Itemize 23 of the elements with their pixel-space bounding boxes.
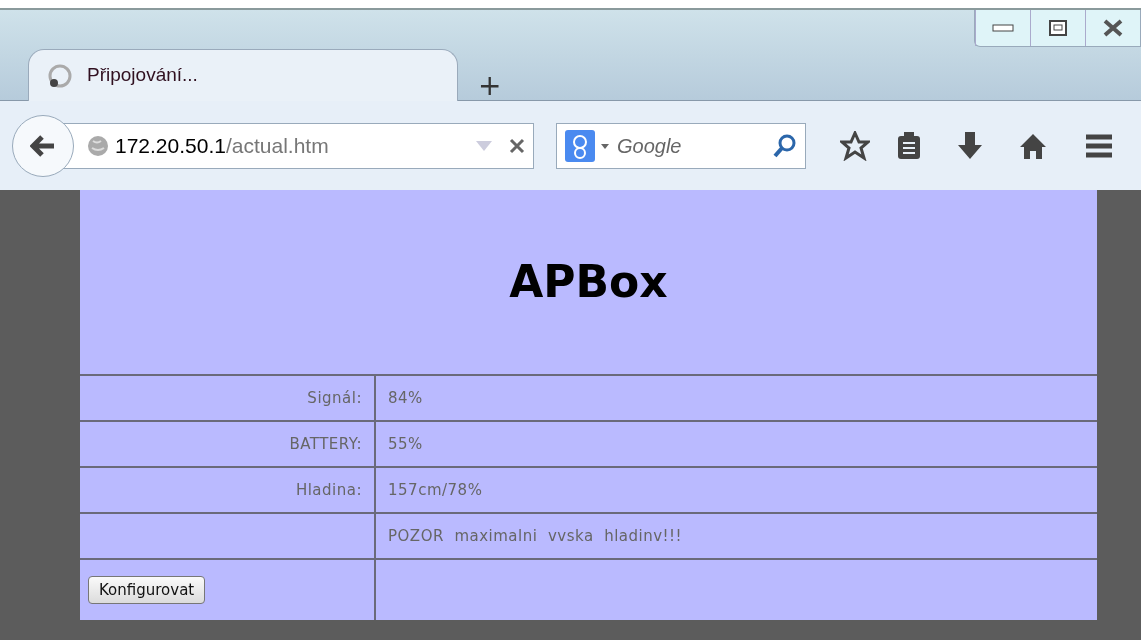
loading-icon xyxy=(47,62,73,89)
row-label: Hladina: xyxy=(295,479,362,501)
star-icon[interactable] xyxy=(840,130,870,161)
clipboard-icon[interactable] xyxy=(896,130,922,161)
search-bar[interactable]: Google xyxy=(556,122,806,169)
row-value: POZOR maximalni vvska hladinv!!! xyxy=(388,525,683,547)
download-icon[interactable] xyxy=(956,130,984,161)
home-icon[interactable] xyxy=(1018,131,1048,160)
back-arrow-icon xyxy=(30,134,56,157)
row-value: 55% xyxy=(388,433,423,455)
browser-tab[interactable]: Připojování... xyxy=(28,49,458,101)
stop-icon[interactable] xyxy=(509,137,525,154)
row-value: 84% xyxy=(388,387,423,409)
page-heading: APBox xyxy=(509,255,668,309)
configure-button[interactable]: Konfigurovat xyxy=(88,575,206,605)
row-label: Signál: xyxy=(307,387,362,409)
search-icon[interactable] xyxy=(773,133,797,158)
globe-icon xyxy=(87,134,109,157)
new-tab-button[interactable]: + xyxy=(478,72,502,100)
search-engine-icon[interactable] xyxy=(565,129,609,162)
row-value: 157cm/78% xyxy=(388,479,483,501)
url-text: 172.20.50.1/actual.htm xyxy=(115,132,329,159)
row-label: BATTERY: xyxy=(289,433,362,455)
